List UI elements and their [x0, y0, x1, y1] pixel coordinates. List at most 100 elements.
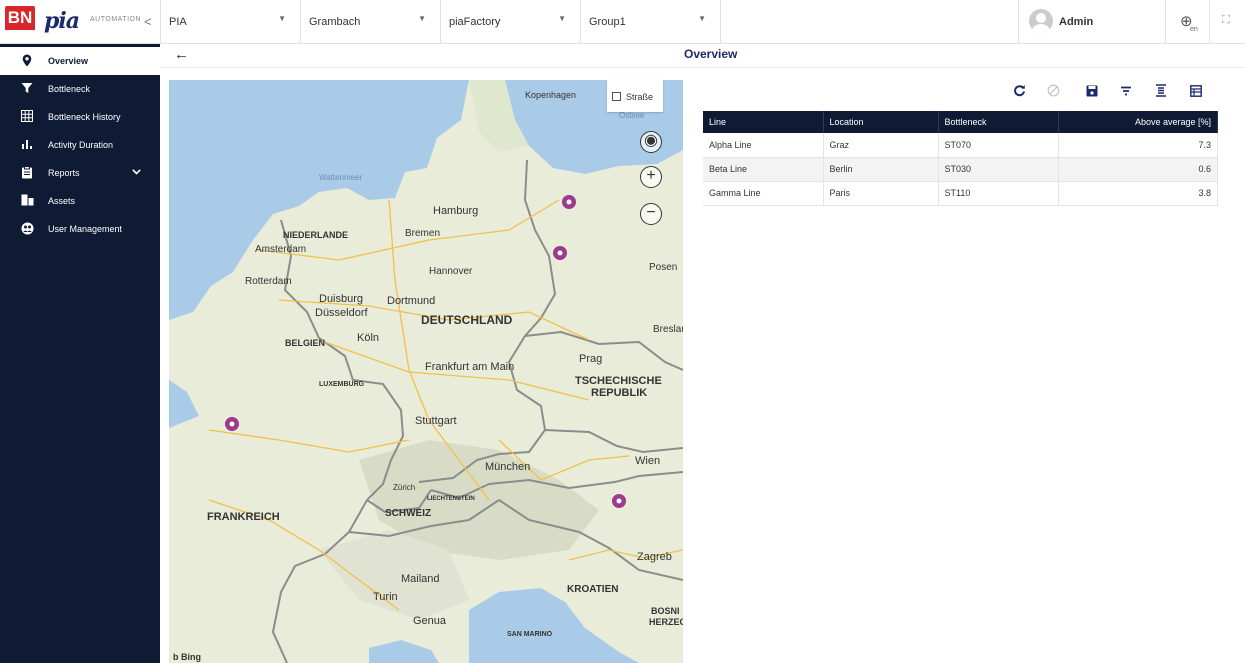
cell-location: Graz [823, 133, 939, 158]
map[interactable]: Kopenhagen Ostsee Wattenmeer NIEDERLANDE… [169, 80, 683, 663]
chevron-down-icon [132, 167, 141, 177]
sidebar-item-label: User Management [48, 224, 123, 234]
filter-icon[interactable] [1117, 84, 1135, 102]
map-attribution: b Bing [173, 652, 201, 662]
table-header-row: Line Location Bottleneck Above average [… [703, 111, 1218, 133]
sidebar-item-overview[interactable]: Overview [0, 47, 160, 75]
place-label: Zagreb [637, 551, 672, 563]
collapse-sidebar-icon[interactable]: < [144, 14, 152, 29]
bn-logo: BN [5, 6, 35, 36]
plant-select[interactable]: Grambach ▼ [300, 0, 440, 44]
sidebar-item-bottleneck[interactable]: Bottleneck [0, 75, 160, 103]
place-label: SAN MARINO [507, 631, 553, 638]
zoom-in-icon[interactable]: + [640, 166, 662, 188]
place-label: Köln [357, 332, 379, 344]
place-label: Posen [649, 262, 677, 273]
place-label: BOSNI [651, 606, 680, 616]
place-label: REPUBLIK [591, 387, 647, 399]
page-title: Overview [684, 47, 738, 61]
place-label: Dortmund [387, 295, 435, 307]
language-switcher[interactable]: ⊕ en [1166, 0, 1210, 44]
table-row[interactable]: Gamma Line Paris ST110 3.8 [703, 181, 1218, 206]
table-row[interactable]: Beta Line Berlin ST030 0.6 [703, 157, 1218, 182]
place-label: Turin [373, 591, 398, 603]
empty-select[interactable] [720, 0, 1018, 44]
cancel-icon[interactable] [1044, 84, 1062, 102]
back-arrow-icon[interactable]: ← [174, 46, 189, 63]
user-name: Admin [1059, 16, 1094, 28]
cell-above-average: 3.8 [1058, 181, 1218, 206]
cell-above-average: 7.3 [1058, 133, 1218, 158]
sidebar: Overview Bottleneck Bottleneck History A… [0, 44, 160, 663]
sidebar-item-user-management[interactable]: User Management [0, 215, 160, 243]
refresh-icon[interactable] [1010, 84, 1028, 102]
factory-select[interactable]: piaFactory ▼ [440, 0, 580, 44]
cell-line: Beta Line [703, 157, 824, 182]
cell-bottleneck: ST110 [938, 181, 1059, 206]
clipboard-icon [20, 166, 34, 180]
cell-above-average: 0.6 [1058, 157, 1218, 182]
pia-logo: pia [44, 8, 80, 34]
place-label: Frankfurt am Main [425, 361, 514, 373]
users-icon [20, 222, 34, 236]
marker-paris[interactable] [225, 417, 239, 431]
map-layer-label: Straße [626, 92, 654, 102]
chevron-down-icon: ▼ [698, 14, 706, 23]
cell-bottleneck: ST070 [938, 133, 1059, 158]
place-label: Wattenmeer [319, 173, 363, 182]
company-select-value: PIA [169, 16, 187, 28]
map-canvas: Kopenhagen Ostsee Wattenmeer NIEDERLANDE… [169, 80, 683, 663]
place-label: FRANKREICH [207, 511, 280, 523]
cell-location: Paris [823, 181, 939, 206]
place-label: DEUTSCHLAND [421, 313, 513, 327]
place-label: Ostsee [619, 111, 645, 120]
header-divider [160, 67, 1245, 68]
marker-berlin-north[interactable] [562, 195, 576, 209]
map-layer-button[interactable]: Straße [607, 80, 663, 112]
user-menu[interactable]: Admin [1018, 0, 1166, 44]
place-label: LIECHTENSTEIN [427, 496, 475, 502]
funnel-icon [20, 82, 34, 96]
chevron-down-icon: ▼ [278, 14, 286, 23]
place-label: BELGIEN [285, 338, 325, 348]
cell-line: Gamma Line [703, 181, 824, 206]
sidebar-item-label: Activity Duration [48, 140, 114, 150]
column-header-line[interactable]: Line [703, 111, 824, 133]
align-icon[interactable] [1152, 84, 1170, 102]
column-header-location[interactable]: Location [823, 111, 939, 133]
company-select[interactable]: PIA ▼ [160, 0, 300, 44]
factory-select-value: piaFactory [449, 16, 501, 28]
sidebar-item-label: Overview [48, 56, 89, 66]
column-header-bottleneck[interactable]: Bottleneck [938, 111, 1059, 133]
sidebar-item-bottleneck-history[interactable]: Bottleneck History [0, 103, 160, 131]
place-label: Mailand [401, 573, 440, 585]
chevron-down-icon: ▼ [558, 14, 566, 23]
columns-icon[interactable] [1187, 84, 1205, 102]
bottleneck-table: Line Location Bottleneck Above average [… [703, 111, 1218, 206]
place-label: Amsterdam [255, 244, 306, 255]
place-label: Stuttgart [415, 415, 457, 427]
table-row[interactable]: Alpha Line Graz ST070 7.3 [703, 133, 1218, 158]
place-label: Prag [579, 353, 602, 365]
column-header-above-average[interactable]: Above average [%] [1058, 111, 1218, 133]
sidebar-item-assets[interactable]: Assets [0, 187, 160, 215]
sidebar-item-label: Bottleneck History [48, 112, 121, 122]
marker-graz[interactable] [612, 494, 626, 508]
fullscreen-icon[interactable]: ⛶ [1222, 14, 1230, 27]
place-label: TSCHECHISCHE [575, 375, 662, 387]
locate-me-icon[interactable]: ◉ [640, 131, 662, 153]
sidebar-item-reports[interactable]: Reports [0, 159, 160, 187]
zoom-out-icon[interactable]: − [640, 203, 662, 225]
location-pin-icon [20, 54, 34, 68]
sidebar-item-activity-duration[interactable]: Activity Duration [0, 131, 160, 159]
place-label: Zürich [393, 483, 415, 492]
place-label: Düsseldorf [315, 307, 369, 319]
place-label: Duisburg [319, 293, 363, 305]
cell-bottleneck: ST030 [938, 157, 1059, 182]
place-label: LUXEMBURG [319, 381, 365, 388]
group-select[interactable]: Group1 ▼ [580, 0, 720, 44]
pia-logo-subtitle: AUTOMATION [90, 16, 142, 23]
save-icon[interactable] [1083, 84, 1101, 102]
marker-berlin[interactable] [553, 246, 567, 260]
map-layer-icon [612, 92, 621, 101]
